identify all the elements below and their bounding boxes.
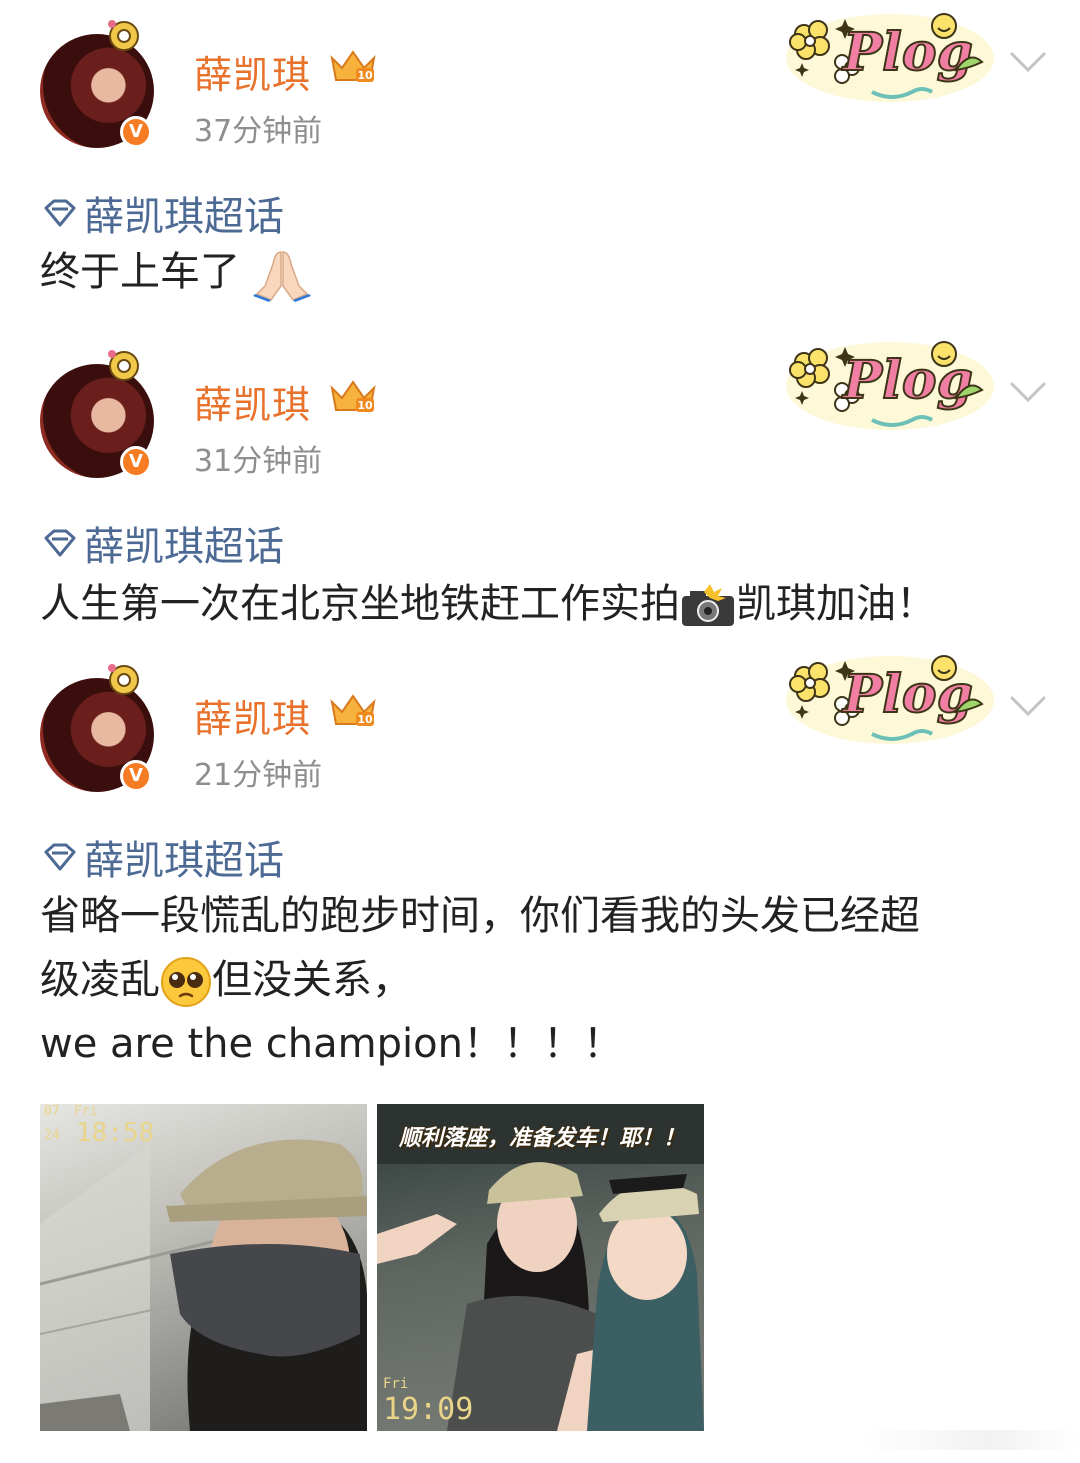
super-topic-link[interactable]: 薛凯琪超话: [40, 828, 284, 886]
pleading-face-emoji-icon: [161, 957, 211, 1007]
photo-time: 19:09: [383, 1392, 474, 1427]
post-text: 人生第一次在北京坐地铁赶工作实拍 凯琪加油！: [40, 572, 1040, 636]
plog-sticker-icon: Plog: [786, 13, 994, 102]
post-text: 终于上车了: [40, 240, 1040, 304]
bear-sticker-icon: [108, 350, 139, 381]
diamond-topic-icon: [44, 843, 76, 871]
vip-level-text: 10: [357, 713, 373, 726]
post-text-segment: 但没关系，: [212, 957, 412, 1003]
super-topic-link[interactable]: 薛凯琪超话: [40, 184, 284, 242]
photo-1-scene: [40, 1139, 367, 1431]
bear-sticker-icon: [108, 20, 139, 51]
post-text-line-3: we are the champion！！！！: [40, 1021, 623, 1067]
photo-caption: 顺利落座，准备发车！耶！！: [399, 1126, 686, 1151]
post-time: 37分钟前: [194, 114, 323, 149]
vip-level-text: 10: [357, 399, 373, 412]
folded-hands-emoji-icon: [252, 251, 311, 302]
post-text-segment: 级凌乱: [40, 957, 160, 1003]
post-time: 31分钟前: [194, 444, 323, 479]
super-topic-label: 薛凯琪超话: [84, 524, 284, 570]
camera-flash-emoji-icon: [682, 584, 734, 626]
bear-sticker-icon: [108, 664, 139, 695]
photo-date-month: 07: [44, 1104, 60, 1119]
verified-badge-icon: V: [120, 760, 152, 792]
vip-crown-icon: 10: [330, 380, 376, 412]
vip-crown-icon: 10: [330, 50, 376, 82]
photo-2-scene: [377, 1104, 704, 1431]
chevron-down-icon[interactable]: [1008, 694, 1048, 718]
post-time: 21分钟前: [194, 758, 323, 793]
verified-badge-icon: V: [120, 446, 152, 478]
post-text-body: 终于上车了: [40, 249, 240, 295]
post-text: 省略一段慌乱的跑步时间，你们看我的头发已经超 级凌乱 但没关系， we are …: [40, 884, 1040, 1076]
post-text-line-1: 省略一段慌乱的跑步时间，你们看我的头发已经超: [40, 893, 920, 939]
post-photo-1[interactable]: 07 Fri 24 18:58: [40, 1104, 367, 1431]
super-topic-link[interactable]: 薛凯琪超话: [40, 514, 284, 572]
bottom-divider: [860, 1430, 1080, 1450]
photo-day: Fri: [74, 1104, 98, 1119]
username[interactable]: 薛凯琪: [194, 688, 311, 743]
post-text-line-2: 级凌乱 但没关系，: [40, 948, 1040, 1012]
diamond-topic-icon: [44, 529, 76, 557]
username[interactable]: 薛凯琪: [194, 374, 311, 429]
photo-date-day: 24: [44, 1128, 60, 1143]
post-text-body: 人生第一次在北京坐地铁赶工作实拍: [40, 581, 680, 627]
diamond-topic-icon: [44, 199, 76, 227]
chevron-down-icon[interactable]: [1008, 50, 1048, 74]
super-topic-label: 薛凯琪超话: [84, 838, 284, 884]
plog-sticker-icon: Plog: [786, 341, 994, 430]
post-photo-2[interactable]: 顺利落座，准备发车！耶！！ Fri 19:09: [377, 1104, 704, 1431]
photo-time: 18:58: [76, 1118, 155, 1148]
post-text-cheer: 凯琪加油！: [736, 581, 936, 627]
super-topic-label: 薛凯琪超话: [84, 194, 284, 240]
vip-crown-icon: 10: [330, 694, 376, 726]
verified-badge-icon: V: [120, 116, 152, 148]
chevron-down-icon[interactable]: [1008, 380, 1048, 404]
plog-sticker-icon: Plog: [786, 655, 994, 744]
photo-day: Fri: [383, 1376, 409, 1392]
username[interactable]: 薛凯琪: [194, 44, 311, 99]
vip-level-text: 10: [357, 69, 373, 82]
